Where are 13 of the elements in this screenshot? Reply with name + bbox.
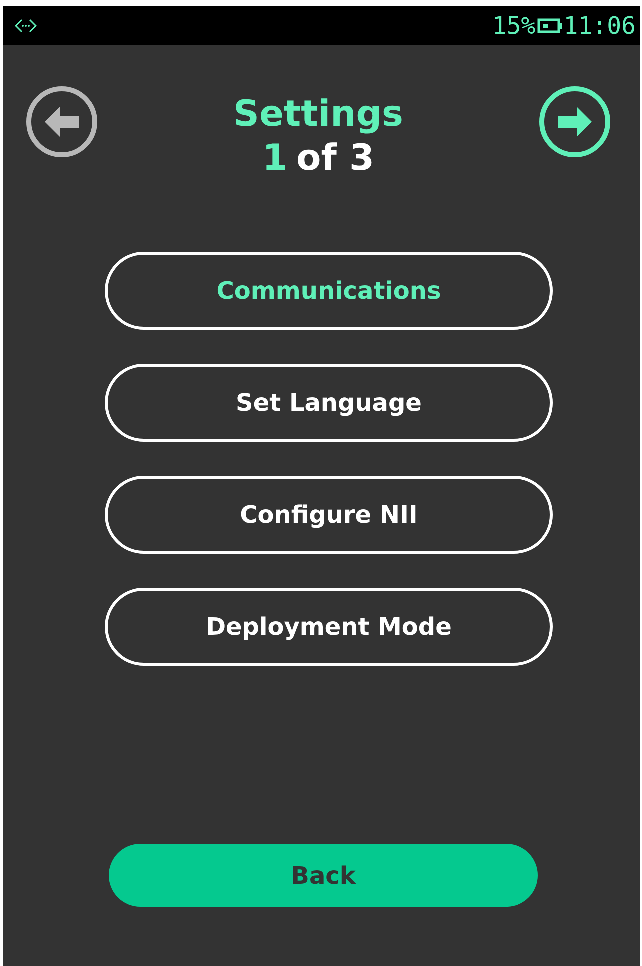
current-page: 1 xyxy=(262,137,288,181)
back-button[interactable]: Back xyxy=(109,844,538,907)
menu-item[interactable]: Communications xyxy=(105,252,553,330)
clock: 11:06 xyxy=(564,12,636,40)
menu-item[interactable]: Deployment Mode xyxy=(105,588,553,666)
screen-title: Settings xyxy=(234,93,404,137)
next-page-button[interactable] xyxy=(538,85,612,159)
battery-percent: 15% xyxy=(492,12,536,40)
network-icon xyxy=(15,18,37,32)
page-total: of 3 xyxy=(296,137,375,181)
menu-item[interactable]: Configure NII xyxy=(105,476,553,554)
menu-item[interactable]: Set Language xyxy=(105,364,553,442)
battery-icon xyxy=(536,18,563,34)
